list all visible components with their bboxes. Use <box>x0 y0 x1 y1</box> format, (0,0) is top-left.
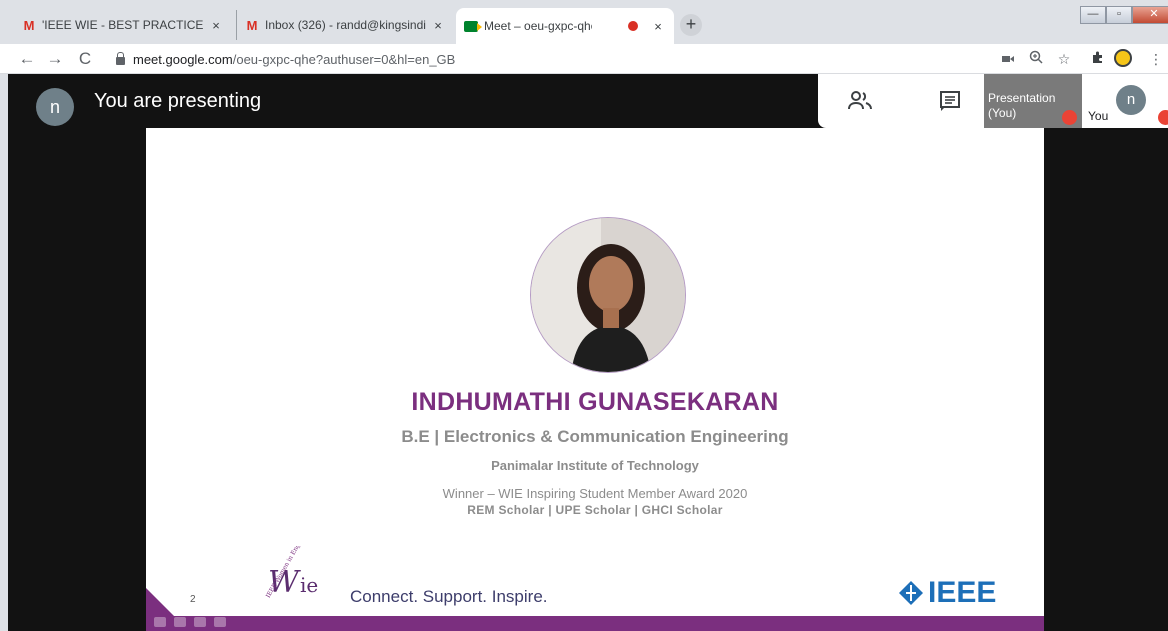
tab-meet[interactable]: Meet – oeu-gxpc-qhe × <box>456 8 674 44</box>
presentation-tile[interactable]: Presentation (You) <box>984 74 1082 128</box>
avatar: n <box>36 88 74 126</box>
gmail-icon: M <box>23 17 35 33</box>
speaker-name: INDHUMATHI GUNASEKARAN <box>411 388 779 416</box>
maximize-button[interactable]: ▫ <box>1106 6 1132 24</box>
slide-tagline: Connect. Support. Inspire. <box>350 587 548 606</box>
back-button[interactable]: ← <box>16 48 38 70</box>
meet-top-panel: Presentation (You) n You <box>818 74 1168 128</box>
menu-icon[interactable]: ⋮ <box>1146 49 1166 69</box>
new-tab-button[interactable]: + <box>680 14 702 36</box>
self-tile-label: You <box>1088 109 1109 123</box>
presentation-label: Presentation <box>988 91 1056 105</box>
meet-icon <box>464 19 482 33</box>
url-path: /oeu-gxpc-qhe?authuser=0&hl=en_GB <box>232 51 456 67</box>
ieee-logo: IEEE <box>898 576 996 610</box>
pen-icon[interactable] <box>174 617 186 627</box>
zoom-slide-icon[interactable] <box>214 617 226 627</box>
chat-icon[interactable] <box>930 84 970 118</box>
camera-icon[interactable] <box>998 49 1018 69</box>
ieee-logo-text: IEEE <box>928 576 997 609</box>
profile-photo <box>530 217 686 373</box>
speaker-degree: B.E | Electronics & Communication Engine… <box>401 427 789 446</box>
slide-number: 2 <box>190 594 196 605</box>
tab-inbox[interactable]: M Inbox (326) - randd@kingsindia.i × <box>236 10 454 40</box>
extensions-icon[interactable] <box>1088 49 1108 69</box>
browser-tab-strip: M 'IEEE WIE - BEST PRACTICES' - ni × M I… <box>0 0 1168 44</box>
slide-footer-bar <box>146 616 1044 631</box>
zoom-icon[interactable] <box>1026 49 1046 69</box>
tab-ieee-wie-best-practices[interactable]: M 'IEEE WIE - BEST PRACTICES' - ni × <box>14 10 232 40</box>
meet-stage: n You are presenting Presentation (You) … <box>8 74 1168 631</box>
self-tile[interactable]: n You <box>1086 74 1168 128</box>
forward-button[interactable]: → <box>44 48 66 70</box>
presentation-slide: INDHUMATHI GUNASEKARAN B.E | Electronics… <box>146 128 1044 631</box>
window-controls: — ▫ ✕ <box>1080 6 1168 24</box>
avatar: n <box>1116 85 1146 115</box>
slide-controls[interactable] <box>154 617 226 627</box>
address-bar[interactable]: meet.google.com/oeu-gxpc-qhe?authuser=0&… <box>104 48 984 70</box>
mic-muted-icon <box>1062 110 1077 125</box>
svg-text:ie: ie <box>300 573 318 597</box>
profile-extension-icon[interactable] <box>1114 49 1132 67</box>
previous-slide-icon[interactable] <box>154 617 166 627</box>
people-icon[interactable] <box>840 84 880 118</box>
browser-toolbar: ← → C meet.google.com/oeu-gxpc-qhe?authu… <box>0 44 1168 74</box>
tab-title: Meet – oeu-gxpc-qhe <box>484 19 592 33</box>
recording-indicator-icon <box>628 21 638 31</box>
slide-corner-accent <box>146 588 174 616</box>
mic-muted-icon <box>1158 110 1168 125</box>
close-window-button[interactable]: ✕ <box>1132 6 1168 24</box>
lock-icon <box>116 51 125 65</box>
tab-close-button[interactable]: × <box>430 18 446 33</box>
tab-close-button[interactable]: × <box>650 19 666 34</box>
wie-logo: W ie IEEE Women in Engineering <box>248 520 328 608</box>
speaker-award: Winner – WIE Inspiring Student Member Aw… <box>442 486 748 501</box>
star-icon[interactable]: ☆ <box>1054 49 1074 69</box>
gmail-icon: M <box>246 17 258 33</box>
tab-title: Inbox (326) - randd@kingsindia.i <box>265 18 426 32</box>
slides-overview-icon[interactable] <box>194 617 206 627</box>
url-host: meet.google.com <box>133 51 233 67</box>
tab-title: 'IEEE WIE - BEST PRACTICES' - ni <box>42 18 204 32</box>
reload-button[interactable]: C <box>74 48 96 70</box>
ieee-diamond-icon <box>899 581 923 605</box>
presenting-status: You are presenting <box>94 90 262 112</box>
tab-close-button[interactable]: × <box>208 18 224 33</box>
minimize-button[interactable]: — <box>1080 6 1106 24</box>
speaker-scholarships: REM Scholar | UPE Scholar | GHCI Scholar <box>467 503 723 517</box>
speaker-college: Panimalar Institute of Technology <box>491 458 699 473</box>
